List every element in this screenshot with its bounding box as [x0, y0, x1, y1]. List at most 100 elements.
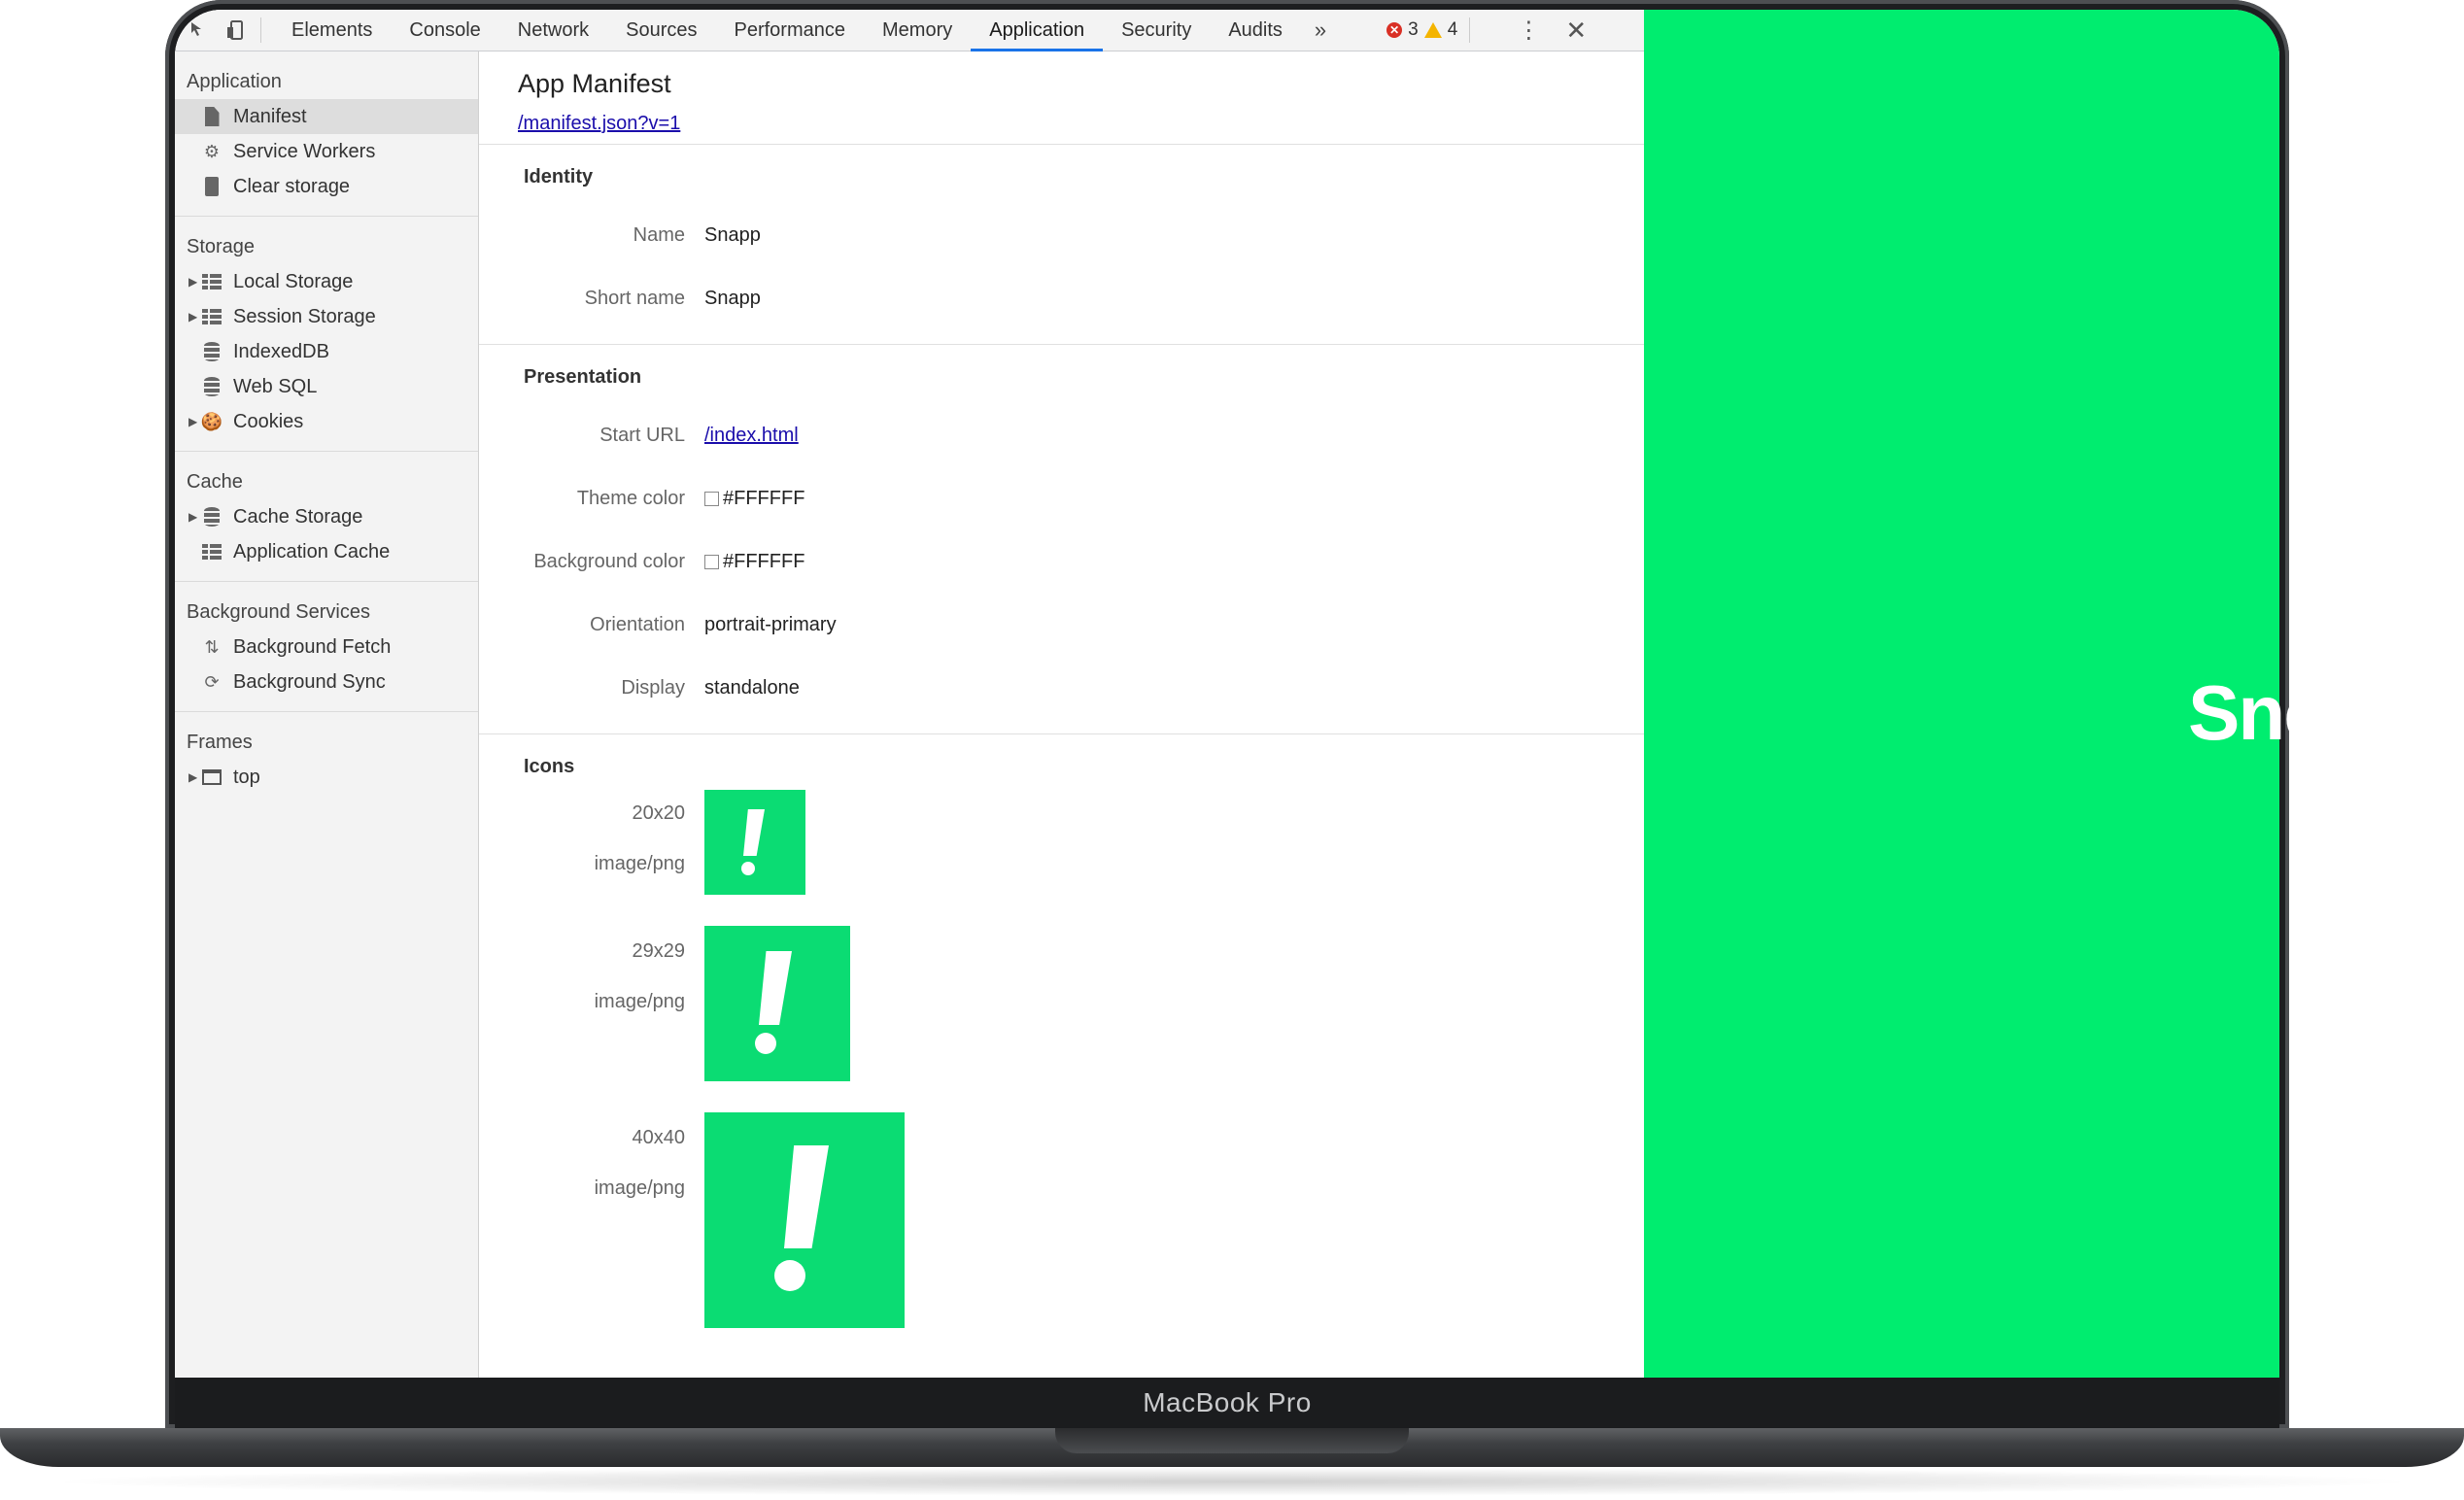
cookie-icon: 🍪 — [200, 411, 223, 431]
tab-performance[interactable]: Performance — [716, 10, 865, 51]
tab-memory[interactable]: Memory — [864, 10, 971, 51]
laptop-notch — [1055, 1428, 1409, 1453]
sidebar-section-cache: Cache ▶ Cache Storage Application Cache — [175, 452, 478, 582]
display-row: Display standalone — [479, 657, 1644, 720]
orientation-row: Orientation portrait-primary — [479, 594, 1644, 657]
device-label: MacBook Pro — [1143, 1387, 1312, 1417]
expand-arrow-icon[interactable]: ▶ — [188, 310, 197, 324]
sidebar-item-label: top — [233, 766, 260, 788]
name-row: Name Snapp — [479, 204, 1644, 267]
devtools-toolbar: Elements Console Network Sources Perform… — [175, 10, 1644, 51]
sidebar-item-label: Local Storage — [233, 270, 354, 292]
sidebar-item-web-sql[interactable]: Web SQL — [175, 369, 478, 404]
sidebar-item-label: Background Fetch — [233, 635, 392, 658]
short-name-value: Snapp — [704, 288, 761, 309]
sidebar-item-indexeddb[interactable]: IndexedDB — [175, 334, 478, 369]
trash-icon — [200, 176, 223, 197]
more-tabs-button[interactable]: » — [1301, 17, 1340, 43]
tab-application[interactable]: Application — [971, 10, 1103, 51]
error-icon: ✕ — [1386, 22, 1403, 38]
icon-type: image/png — [594, 991, 685, 1012]
sidebar-item-background-fetch[interactable]: ⇅ Background Fetch — [175, 630, 478, 665]
sidebar-section-storage: Storage ▶ Local Storage ▶ Session Storag… — [175, 217, 478, 452]
background-color-row: Background color #FFFFFF — [479, 530, 1644, 594]
expand-arrow-icon[interactable]: ▶ — [188, 415, 197, 428]
screen: Elements Console Network Sources Perform… — [175, 10, 2279, 1378]
sidebar-item-manifest[interactable]: Manifest — [175, 99, 478, 134]
expand-arrow-icon[interactable]: ▶ — [188, 770, 197, 784]
tab-security[interactable]: Security — [1103, 10, 1210, 51]
sidebar-item-clear-storage[interactable]: Clear storage — [175, 169, 478, 204]
inspect-element-icon[interactable] — [187, 17, 212, 43]
start-url-row: Start URL /index.html — [479, 404, 1644, 467]
background-color-label: Background color — [533, 551, 685, 572]
sidebar-item-session-storage[interactable]: ▶ Session Storage — [175, 299, 478, 334]
manifest-link[interactable]: /manifest.json?v=1 — [518, 113, 680, 135]
icons-section: Icons 20x20 image/png 29x29 image/png 40… — [479, 734, 1644, 1349]
toolbar-divider — [260, 17, 261, 43]
page-title: App Manifest — [518, 69, 671, 98]
toolbar-divider-2 — [1469, 17, 1471, 43]
frame-icon — [200, 767, 223, 788]
device-toolbar-icon[interactable] — [223, 17, 249, 43]
database-icon — [200, 376, 223, 397]
expand-arrow-icon[interactable]: ▶ — [188, 510, 197, 524]
error-count: 3 — [1408, 19, 1419, 40]
presentation-section: Presentation Start URL /index.html Theme… — [479, 345, 1644, 734]
background-color-value: #FFFFFF — [723, 551, 805, 572]
grid-icon — [200, 541, 223, 562]
icon-size: 20x20 — [632, 802, 686, 824]
tab-network[interactable]: Network — [499, 10, 607, 51]
start-url-link[interactable]: /index.html — [704, 425, 799, 447]
sidebar-item-service-workers[interactable]: ⚙ Service Workers — [175, 134, 478, 169]
identity-section: Identity Name Snapp Short name Snapp — [479, 145, 1644, 345]
icon-meta: 20x20 image/png — [479, 788, 704, 926]
sidebar-item-label: Service Workers — [233, 140, 376, 162]
color-swatch — [704, 492, 719, 506]
database-icon — [200, 506, 223, 528]
sidebar-item-background-sync[interactable]: ⟳ Background Sync — [175, 665, 478, 699]
icon-size: 40x40 — [632, 1127, 686, 1148]
orientation-value: portrait-primary — [704, 614, 837, 635]
expand-arrow-icon[interactable]: ▶ — [188, 275, 197, 289]
sidebar-item-label: IndexedDB — [233, 340, 329, 362]
manifest-header: App Manifest /manifest.json?v=1 — [479, 51, 1644, 145]
app-icon-image — [704, 1112, 905, 1328]
icon-entry: 29x29 image/png — [479, 926, 1644, 1112]
app-preview — [1644, 10, 2279, 1378]
sidebar-item-label: Web SQL — [233, 375, 318, 397]
app-icon-image — [704, 790, 805, 895]
sidebar-item-label: Application Cache — [233, 540, 391, 562]
bezel-bottom: MacBook Pro — [175, 1378, 2279, 1428]
presentation-title: Presentation — [524, 366, 642, 388]
sidebar-item-top[interactable]: ▶ top — [175, 760, 478, 795]
sidebar-title-frames: Frames — [187, 732, 253, 753]
sidebar-item-local-storage[interactable]: ▶ Local Storage — [175, 264, 478, 299]
sync-icon: ⟳ — [204, 671, 220, 692]
sidebar-item-cookies[interactable]: ▶ 🍪 Cookies — [175, 404, 478, 439]
sidebar-item-application-cache[interactable]: Application Cache — [175, 534, 478, 569]
gear-icon: ⚙ — [203, 141, 221, 161]
warning-icon — [1423, 22, 1442, 38]
identity-title: Identity — [524, 166, 594, 188]
color-swatch — [704, 555, 719, 569]
short-name-label: Short name — [584, 288, 685, 309]
icon-meta: 40x40 image/png — [479, 1112, 704, 1336]
tab-elements[interactable]: Elements — [273, 10, 391, 51]
tab-sources[interactable]: Sources — [607, 10, 715, 51]
sidebar-item-cache-storage[interactable]: ▶ Cache Storage — [175, 499, 478, 534]
tab-console[interactable]: Console — [391, 10, 498, 51]
close-icon[interactable]: ✕ — [1565, 16, 1587, 46]
manifest-panel: App Manifest /manifest.json?v=1 Identity… — [479, 51, 1644, 1378]
tab-audits[interactable]: Audits — [1210, 10, 1301, 51]
database-icon — [200, 341, 223, 362]
grid-icon — [200, 306, 223, 327]
icon-meta: 29x29 image/png — [479, 926, 704, 1112]
theme-color-row: Theme color #FFFFFF — [479, 467, 1644, 530]
issues-counter[interactable]: ✕ 3 4 — [1386, 19, 1457, 41]
kebab-menu-icon[interactable]: ⋮ — [1517, 17, 1540, 45]
start-url-label: Start URL — [599, 425, 685, 446]
theme-color-label: Theme color — [576, 488, 685, 509]
sidebar-title-background-services: Background Services — [187, 601, 370, 623]
laptop-shadow — [39, 1467, 2425, 1496]
